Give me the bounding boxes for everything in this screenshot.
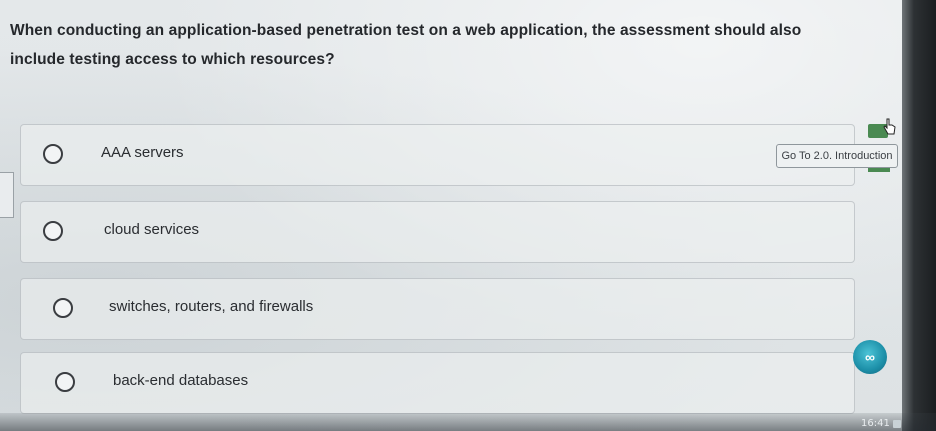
side-panel-tab[interactable] [0,172,14,218]
radio-button[interactable] [53,298,73,318]
goto-introduction-button[interactable]: Go To 2.0. Introduction [776,144,898,168]
option-label: AAA servers [101,144,184,161]
option-back-end-databases[interactable]: back-end databases [20,352,855,414]
taskbar [0,413,936,431]
radio-button[interactable] [55,372,75,392]
option-cloud-services[interactable]: cloud services [20,201,855,263]
option-switches-routers-firewalls[interactable]: switches, routers, and firewalls [20,278,855,340]
option-label: switches, routers, and firewalls [109,298,314,315]
radio-button[interactable] [43,221,63,241]
option-aaa-servers[interactable]: AAA servers [20,124,855,186]
question-text: When conducting an application-based pen… [10,22,802,68]
tray-icon[interactable] [893,420,901,428]
progress-marker-bottom [868,168,890,172]
hand-cursor-icon [883,118,896,135]
option-label: back-end databases [113,372,249,389]
app-infinity-icon[interactable]: ∞ [853,340,887,374]
screen: When conducting an application-based pen… [0,0,936,431]
taskbar-clock: 16:41 [861,418,890,429]
radio-button[interactable] [43,144,63,164]
option-label: cloud services [104,221,200,238]
screen-bezel [902,0,936,431]
